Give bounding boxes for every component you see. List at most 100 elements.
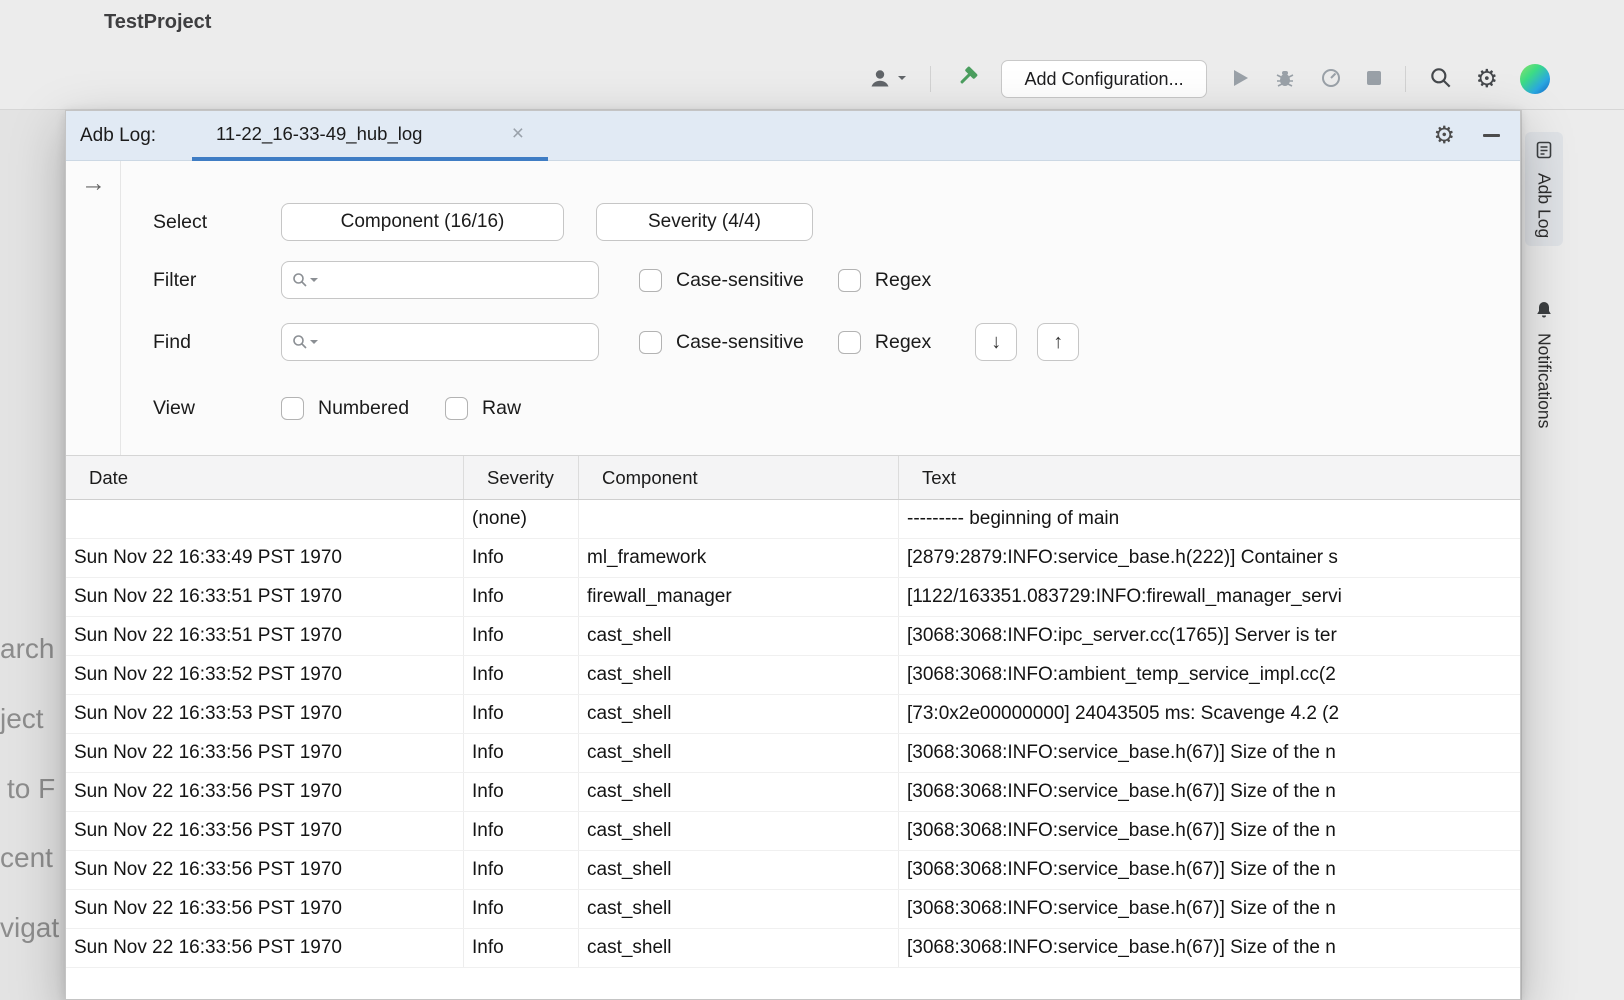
cell-severity: Info (464, 539, 579, 577)
table-row[interactable]: Sun Nov 22 16:33:51 PST 1970 Info firewa… (66, 578, 1520, 617)
cell-date: Sun Nov 22 16:33:53 PST 1970 (66, 695, 464, 733)
cell-severity: Info (464, 578, 579, 616)
log-table: Date Severity Component Text (none) ----… (66, 456, 1520, 999)
table-row[interactable]: Sun Nov 22 16:33:51 PST 1970 Info cast_s… (66, 617, 1520, 656)
find-input[interactable] (281, 323, 599, 361)
column-header-text[interactable]: Text (899, 456, 1520, 499)
background-text-fragment: arch (0, 633, 54, 665)
view-label: View (153, 397, 281, 420)
find-case-sensitive-checkbox[interactable] (639, 331, 662, 354)
tool-window-label-notifications: Notifications (1534, 333, 1555, 428)
column-header-component[interactable]: Component (579, 456, 899, 499)
find-previous-button[interactable]: ↑ (1037, 323, 1079, 361)
cell-date: Sun Nov 22 16:33:56 PST 1970 (66, 851, 464, 889)
select-label: Select (153, 211, 281, 234)
stop-icon (1365, 69, 1383, 90)
table-row[interactable]: Sun Nov 22 16:33:56 PST 1970 Info cast_s… (66, 773, 1520, 812)
stop-button[interactable] (1365, 69, 1383, 90)
table-row[interactable]: Sun Nov 22 16:33:53 PST 1970 Info cast_s… (66, 695, 1520, 734)
log-file-tab[interactable]: 11-22_16-33-49_hub_log × (192, 111, 548, 161)
cell-component (579, 500, 899, 538)
find-label: Find (153, 331, 281, 354)
bell-icon (1534, 300, 1554, 325)
numbered-label: Numbered (318, 397, 409, 420)
cell-component: cast_shell (579, 851, 899, 889)
column-header-severity[interactable]: Severity (464, 456, 579, 499)
table-row[interactable]: Sun Nov 22 16:33:56 PST 1970 Info cast_s… (66, 734, 1520, 773)
panel-title: Adb Log: (80, 125, 192, 147)
filter-regex-group: Regex (838, 269, 931, 292)
table-row[interactable]: Sun Nov 22 16:33:52 PST 1970 Info cast_s… (66, 656, 1520, 695)
column-header-date[interactable]: Date (66, 456, 464, 499)
cell-component: cast_shell (579, 890, 899, 928)
filter-case-sensitive-checkbox[interactable] (639, 269, 662, 292)
user-profile-button[interactable] (868, 66, 908, 93)
add-configuration-button[interactable]: Add Configuration... (1001, 60, 1206, 98)
cell-text: [3068:3068:INFO:ambient_temp_service_imp… (899, 656, 1520, 694)
cell-text: [3068:3068:INFO:service_base.h(67)] Size… (899, 890, 1520, 928)
cell-text: [73:0x2e00000000] 24043505 ms: Scavenge … (899, 695, 1520, 733)
severity-filter-button[interactable]: Severity (4/4) (596, 203, 813, 241)
play-icon (1229, 67, 1251, 92)
cell-date: Sun Nov 22 16:33:49 PST 1970 (66, 539, 464, 577)
cell-text: [2879:2879:INFO:service_base.h(222)] Con… (899, 539, 1520, 577)
tool-window-tab-adb-log[interactable]: Adb Log (1525, 132, 1563, 246)
background-text-fragment: vigat (0, 912, 59, 944)
find-regex-checkbox[interactable] (838, 331, 861, 354)
cell-date: Sun Nov 22 16:33:56 PST 1970 (66, 812, 464, 850)
cell-date: Sun Nov 22 16:33:52 PST 1970 (66, 656, 464, 694)
filter-regex-checkbox[interactable] (838, 269, 861, 292)
table-row[interactable]: Sun Nov 22 16:33:56 PST 1970 Info cast_s… (66, 929, 1520, 968)
run-button[interactable] (1229, 67, 1251, 92)
cell-text: [3068:3068:INFO:ipc_server.cc(1765)] Ser… (899, 617, 1520, 655)
component-filter-button[interactable]: Component (16/16) (281, 203, 564, 241)
build-hammer-button[interactable] (953, 65, 979, 94)
cell-component: cast_shell (579, 617, 899, 655)
table-row[interactable]: (none) --------- beginning of main (66, 500, 1520, 539)
table-row[interactable]: Sun Nov 22 16:33:49 PST 1970 Info ml_fra… (66, 539, 1520, 578)
tool-window-tab-notifications[interactable]: Notifications (1525, 292, 1563, 436)
cell-severity: Info (464, 656, 579, 694)
cell-date: Sun Nov 22 16:33:56 PST 1970 (66, 773, 464, 811)
table-row[interactable]: Sun Nov 22 16:33:56 PST 1970 Info cast_s… (66, 890, 1520, 929)
cell-component: cast_shell (579, 773, 899, 811)
numbered-group: Numbered (281, 397, 409, 420)
cell-component: firewall_manager (579, 578, 899, 616)
raw-group: Raw (445, 397, 521, 420)
gear-icon: ⚙ (1476, 67, 1498, 92)
cell-severity: Info (464, 812, 579, 850)
filter-regex-label: Regex (875, 269, 931, 292)
cell-date (66, 500, 464, 538)
forward-arrow-icon[interactable]: → (81, 169, 106, 198)
hide-panel-icon[interactable] (1483, 134, 1500, 137)
numbered-checkbox[interactable] (281, 397, 304, 420)
main-toolbar: Add Configuration... (868, 57, 1550, 101)
background-text-fragment: cent (0, 842, 53, 874)
find-regex-label: Regex (875, 331, 931, 354)
cell-component: cast_shell (579, 734, 899, 772)
find-regex-group: Regex (838, 331, 931, 354)
table-row[interactable]: Sun Nov 22 16:33:56 PST 1970 Info cast_s… (66, 851, 1520, 890)
debug-button[interactable] (1273, 66, 1297, 93)
filter-input[interactable] (281, 261, 599, 299)
toolbar-divider (930, 66, 931, 92)
find-case-sensitive-group: Case-sensitive (639, 331, 804, 354)
settings-button[interactable]: ⚙ (1476, 67, 1498, 92)
cell-severity: Info (464, 773, 579, 811)
filter-input-wrapper (281, 261, 599, 299)
profiler-button[interactable] (1319, 66, 1343, 93)
filter-row: Filter Case-sensitive Regex (153, 261, 931, 299)
tab-close-icon[interactable]: × (512, 123, 524, 144)
cell-date: Sun Nov 22 16:33:56 PST 1970 (66, 890, 464, 928)
find-next-button[interactable]: ↓ (975, 323, 1017, 361)
cell-component: cast_shell (579, 656, 899, 694)
arrow-down-icon: ↓ (991, 331, 1001, 354)
raw-checkbox[interactable] (445, 397, 468, 420)
search-everywhere-button[interactable] (1428, 65, 1454, 94)
table-row[interactable]: Sun Nov 22 16:33:56 PST 1970 Info cast_s… (66, 812, 1520, 851)
filter-case-sensitive-label: Case-sensitive (676, 269, 804, 292)
panel-settings-gear-icon[interactable]: ⚙ (1433, 124, 1455, 148)
toolbar-divider (1405, 66, 1406, 92)
log-document-icon (1534, 140, 1554, 165)
android-studio-logo-icon[interactable] (1520, 64, 1550, 94)
